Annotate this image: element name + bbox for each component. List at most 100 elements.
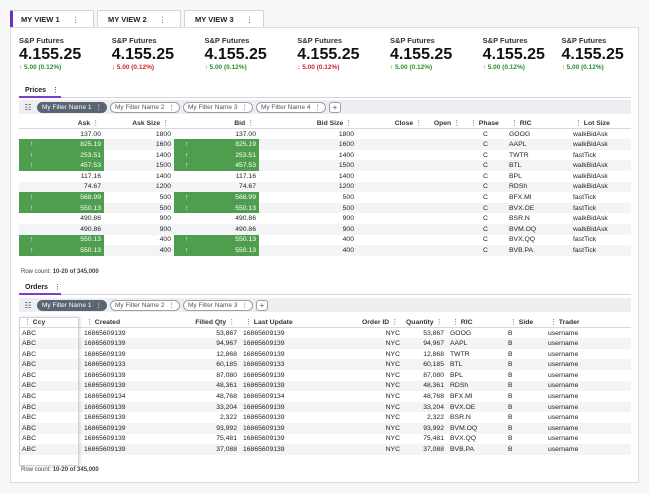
- table-row[interactable]: ABC 16865609139 48,361 16865609139 NYC 48,361…: [19, 380, 631, 392]
- column-header[interactable]: Filled Qty ⋮: [156, 317, 240, 329]
- column-header[interactable]: Close ⋮: [357, 118, 427, 130]
- view-tab-3[interactable]: MY VIEW 3 ⋮: [184, 10, 264, 27]
- table-row[interactable]: ABC 16865609139 87,080 16865609139 NYC 87,080…: [19, 370, 631, 381]
- table-row[interactable]: 74.67 1200 74.67 1200 C RDSh walkBidAsk: [19, 181, 631, 193]
- table-row[interactable]: ABC 16865609139 2,322 16865609139 NYC 2,322 BS…: [19, 412, 631, 423]
- column-header[interactable]: Ask Size ⋮: [104, 118, 174, 130]
- table-row[interactable]: ABC 16865609139 33,204 16865609139 NYC 33,204…: [19, 401, 631, 413]
- view-tab-1[interactable]: MY VIEW 1 ⋮: [10, 10, 94, 27]
- table-cell: 400: [104, 245, 174, 256]
- kebab-icon[interactable]: ⋮: [95, 103, 102, 111]
- kebab-icon[interactable]: ⋮: [345, 120, 352, 127]
- ticker-card[interactable]: S&P Futures 4.155.25 ↑ 5.00 (0.12%): [19, 36, 112, 86]
- column-header[interactable]: Bid ⋮: [174, 118, 259, 130]
- column-header[interactable]: ⋮ RIC: [506, 118, 570, 130]
- column-header[interactable]: Bid Size ⋮: [259, 118, 357, 130]
- kebab-icon[interactable]: ⋮: [92, 120, 99, 127]
- ticker-card[interactable]: S&P Futures 4.155.25 ↓ 5.00 (0.12%): [297, 36, 390, 86]
- table-row[interactable]: ABC 16865609133 60,185 16865609133 NYC 60,185…: [19, 359, 631, 370]
- ticker-card[interactable]: S&P Futures 4.155.25 ↑ 5.00 (0.12%): [561, 36, 631, 86]
- column-header[interactable]: ⋮ Ccy: [19, 317, 81, 329]
- filter-icon[interactable]: ☷: [22, 103, 34, 112]
- table-row[interactable]: ↑ 550.13 400 ↑ 550.13 400 C BVB.PA fastTick: [19, 245, 631, 256]
- table-row[interactable]: 490.86 900 490.86 900 C BSR.N walkBidAsk: [19, 213, 631, 224]
- view-tab-2[interactable]: MY VIEW 2 ⋮: [97, 10, 181, 27]
- column-header[interactable]: ⋮ Last Update: [240, 317, 325, 329]
- table-row[interactable]: 137.00 1800 137.00 1800 C GOOG walkBidAsk: [19, 129, 631, 140]
- kebab-icon[interactable]: ⋮: [391, 319, 398, 326]
- kebab-icon[interactable]: ⋮: [247, 120, 254, 127]
- kebab-icon[interactable]: ⋮: [159, 15, 167, 24]
- table-row[interactable]: ABC 16865609139 93,992 16865609139 NYC 93,992…: [19, 422, 631, 434]
- kebab-icon[interactable]: ⋮: [241, 301, 248, 309]
- column-header[interactable]: ⋮ Created: [81, 317, 156, 329]
- column-header[interactable]: Open ⋮: [427, 118, 465, 130]
- table-row[interactable]: ABC 16865609139 94,967 16865609139 NYC 94,967…: [19, 338, 631, 349]
- kebab-icon[interactable]: ⋮: [453, 120, 460, 127]
- table-row[interactable]: 117.16 1400 117.16 1400 C BPL walkBidAsk: [19, 171, 631, 182]
- filter-chip[interactable]: My Filter Name 3 ⋮: [182, 101, 253, 113]
- column-header[interactable]: ⋮ Side: [505, 317, 545, 329]
- kebab-icon[interactable]: ⋮: [54, 283, 61, 291]
- add-icon[interactable]: +: [255, 299, 268, 311]
- kebab-icon[interactable]: ⋮: [168, 103, 175, 111]
- table-row[interactable]: ↑ 550.13 400 ↑ 550.13 400 C BVX.QQ fastTick: [19, 234, 631, 246]
- table-row[interactable]: ABC 16865609134 48,768 16865609134 NYC 48,768…: [19, 391, 631, 402]
- filter-chip[interactable]: My Filter Name 1 ⋮: [37, 101, 107, 113]
- ticker-card[interactable]: S&P Futures 4.155.25 ↑ 5.00 (0.12%): [390, 36, 483, 86]
- kebab-icon[interactable]: ⋮: [510, 319, 517, 326]
- ticker-card[interactable]: S&P Futures 4.155.25 ↑ 5.00 (0.12%): [204, 36, 297, 86]
- cell-value: 117.16: [80, 172, 101, 180]
- column-header[interactable]: ⋮ Trader: [545, 317, 631, 329]
- filter-chip[interactable]: My Filter Name 2 ⋮: [109, 299, 180, 311]
- cell-value: C: [483, 172, 488, 180]
- kebab-icon[interactable]: ⋮: [415, 120, 422, 127]
- ticker-card[interactable]: S&P Futures 4.155.25 ↑ 5.00 (0.12%): [483, 36, 562, 86]
- kebab-icon[interactable]: ⋮: [72, 15, 80, 24]
- table-row[interactable]: ↑ 568.99 500 ↑ 568.99 500 C BFX.MI fastTick: [19, 192, 631, 203]
- kebab-icon[interactable]: ⋮: [168, 301, 175, 309]
- filter-chip[interactable]: My Filter Name 2 ⋮: [109, 101, 180, 113]
- kebab-icon[interactable]: ⋮: [246, 15, 254, 24]
- table-row[interactable]: ↑ 253.51 1400 ↑ 253.51 1400 C TWTR fastTick: [19, 149, 631, 161]
- kebab-icon[interactable]: ⋮: [24, 319, 31, 326]
- kebab-icon[interactable]: ⋮: [314, 103, 321, 111]
- table-row[interactable]: ABC 16865609139 37,088 16865609139 NYC 37,088…: [19, 444, 631, 455]
- column-header[interactable]: ⋮ RIC: [447, 317, 505, 329]
- kebab-icon[interactable]: ⋮: [162, 120, 169, 127]
- column-header[interactable]: ⋮ Lot Size: [570, 118, 631, 130]
- column-header[interactable]: Quantity ⋮: [403, 317, 447, 329]
- kebab-icon[interactable]: ⋮: [86, 319, 93, 326]
- kebab-icon[interactable]: ⋮: [95, 301, 102, 309]
- column-header[interactable]: Ask ⋮: [19, 118, 104, 130]
- kebab-icon[interactable]: ⋮: [245, 319, 252, 326]
- kebab-icon[interactable]: ⋮: [511, 120, 518, 127]
- tab-prices[interactable]: Prices ⋮: [19, 84, 61, 98]
- filter-icon[interactable]: ☷: [22, 301, 34, 310]
- kebab-icon[interactable]: ⋮: [550, 319, 557, 326]
- table-cell: ABC: [19, 370, 81, 381]
- kebab-icon[interactable]: ⋮: [241, 103, 248, 111]
- table-row[interactable]: ABC 16865609139 75,481 16865609139 NYC 75,481…: [19, 434, 631, 445]
- table-row[interactable]: 490.86 900 490.86 900 C BVM.OQ walkBidAsk: [19, 223, 631, 235]
- table-row[interactable]: ↑ 550.13 500 ↑ 550.13 500 C BVX.OE fastTick: [19, 202, 631, 214]
- filter-chip[interactable]: My Filter Name 1 ⋮: [37, 299, 107, 311]
- filter-chip[interactable]: My Filter Name 3 ⋮: [182, 299, 253, 311]
- table-row[interactable]: ABC 16865609139 12,868 16865609139 NYC 12,868…: [19, 349, 631, 360]
- kebab-icon[interactable]: ⋮: [452, 319, 459, 326]
- filter-chip[interactable]: My Filter Name 4 ⋮: [255, 101, 326, 113]
- table-row[interactable]: ↑ 457.53 1500 ↑ 457.53 1500 C BTL walkBidAsk: [19, 160, 631, 171]
- kebab-icon[interactable]: ⋮: [575, 120, 582, 127]
- kebab-icon[interactable]: ⋮: [470, 120, 477, 127]
- column-header[interactable]: ⋮ Phase: [465, 118, 506, 130]
- arrow-up-icon: ↑: [185, 140, 189, 148]
- kebab-icon[interactable]: ⋮: [436, 319, 443, 326]
- table-row[interactable]: ↑ 825.19 1600 ↑ 825.19 1600 C AAPL walkBidAsk: [19, 139, 631, 150]
- ticker-card[interactable]: S&P Futures 4.155.25 ↓ 5.00 (0.12%): [112, 36, 205, 86]
- table-row[interactable]: ABC 16865609139 53,867 16865609139 NYC 53,867…: [19, 328, 631, 339]
- kebab-icon[interactable]: ⋮: [228, 319, 235, 326]
- kebab-icon[interactable]: ⋮: [52, 86, 59, 94]
- tab-orders[interactable]: Orders ⋮: [19, 281, 61, 295]
- column-header[interactable]: Order ID ⋮: [325, 317, 403, 329]
- add-icon[interactable]: +: [328, 101, 341, 113]
